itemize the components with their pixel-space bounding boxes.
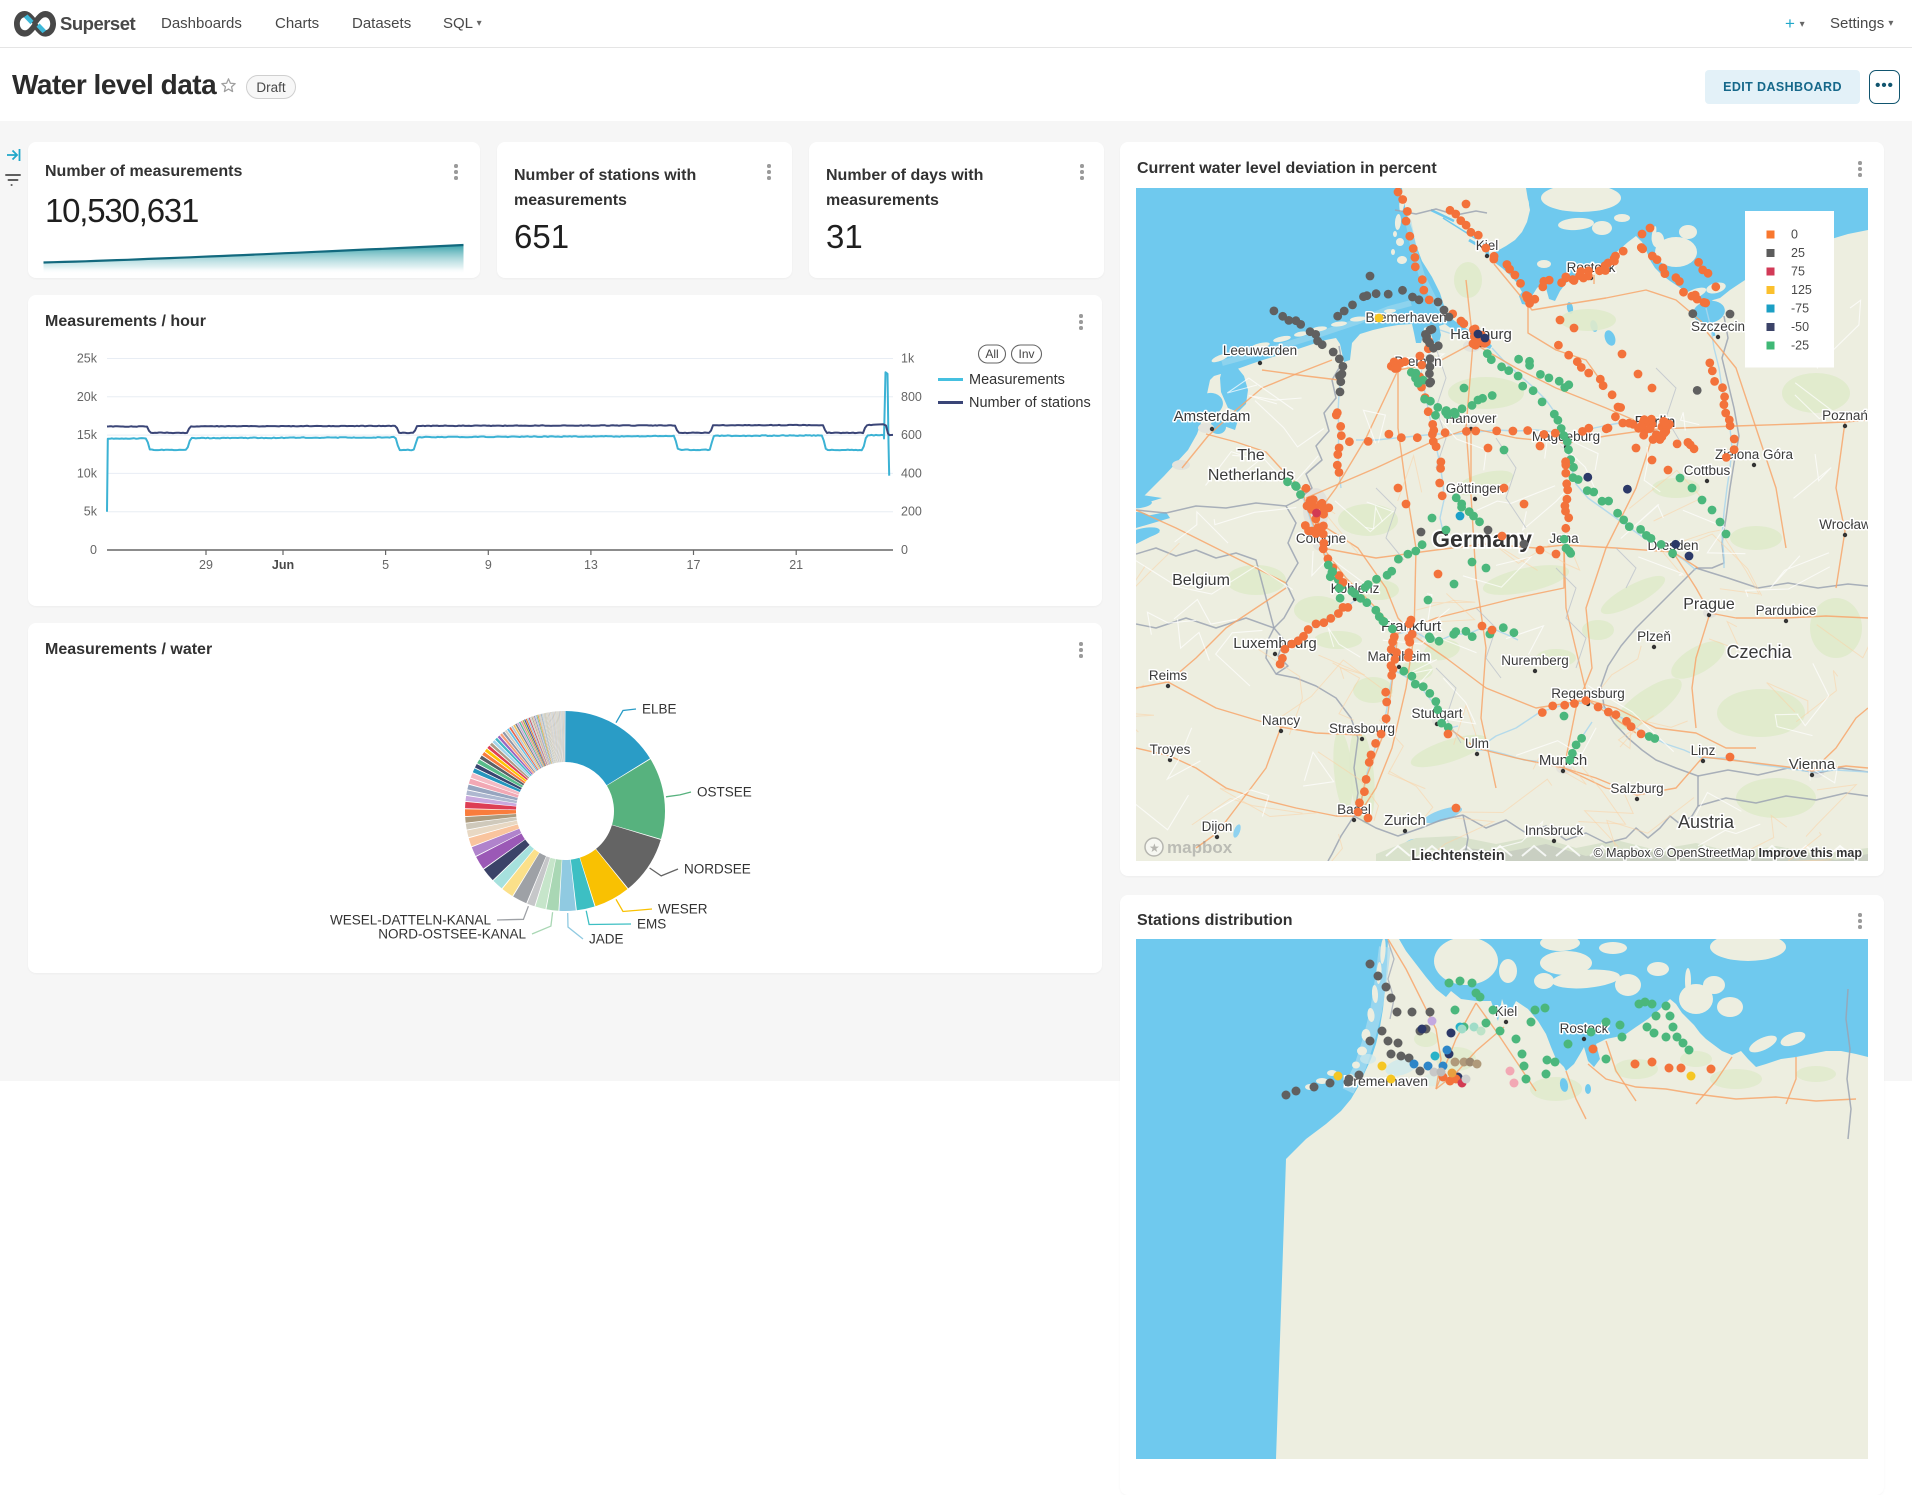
svg-text:75: 75 <box>1791 265 1805 279</box>
svg-text:NORDSEE: NORDSEE <box>684 862 751 877</box>
svg-text:9: 9 <box>485 558 492 572</box>
svg-text:The: The <box>1237 447 1265 464</box>
svg-text:Rostock: Rostock <box>1560 1021 1609 1036</box>
svg-text:Nancy: Nancy <box>1262 713 1301 728</box>
svg-text:0: 0 <box>1791 228 1798 242</box>
svg-text:125: 125 <box>1791 283 1812 297</box>
svg-text:Number of stations: Number of stations <box>969 395 1091 411</box>
svg-text:Netherlands: Netherlands <box>1208 467 1294 484</box>
svg-text:Ulm: Ulm <box>1465 736 1489 751</box>
svg-text:1k: 1k <box>901 352 915 366</box>
svg-text:Munich: Munich <box>1539 752 1587 769</box>
svg-text:13: 13 <box>584 558 598 572</box>
svg-text:Szczecin: Szczecin <box>1691 319 1745 334</box>
svg-text:29: 29 <box>199 558 213 572</box>
svg-text:25: 25 <box>1791 246 1805 260</box>
svg-text:Kiel: Kiel <box>1495 1004 1518 1019</box>
svg-text:Amsterdam: Amsterdam <box>1174 408 1251 425</box>
svg-text:Leeuwarden: Leeuwarden <box>1223 343 1297 358</box>
svg-text:Prague: Prague <box>1683 596 1735 613</box>
svg-text:Belgium: Belgium <box>1172 572 1230 589</box>
svg-text:WESER: WESER <box>658 902 708 917</box>
svg-text:200: 200 <box>901 505 922 519</box>
svg-text:20k: 20k <box>77 390 98 404</box>
svg-text:400: 400 <box>901 466 922 480</box>
svg-text:Czechia: Czechia <box>1726 642 1792 662</box>
svg-text:Troyes: Troyes <box>1150 742 1191 757</box>
svg-text:EMS: EMS <box>637 917 666 932</box>
svg-text:0: 0 <box>901 543 908 557</box>
svg-text:NORD-OSTSEE-KANAL: NORD-OSTSEE-KANAL <box>378 927 526 942</box>
svg-text:10k: 10k <box>77 466 98 480</box>
svg-text:-25: -25 <box>1791 339 1809 353</box>
svg-text:Nuremberg: Nuremberg <box>1501 653 1569 668</box>
svg-text:5: 5 <box>382 558 389 572</box>
svg-text:15k: 15k <box>77 428 98 442</box>
svg-text:Jun: Jun <box>272 558 294 572</box>
svg-text:-50: -50 <box>1791 320 1809 334</box>
svg-text:Liechtenstein: Liechtenstein <box>1411 848 1504 861</box>
svg-text:Pardubice: Pardubice <box>1756 603 1817 618</box>
svg-text:0: 0 <box>90 543 97 557</box>
svg-text:Plzeň: Plzeň <box>1637 629 1671 644</box>
svg-text:17: 17 <box>687 558 701 572</box>
svg-text:800: 800 <box>901 390 922 404</box>
svg-text:ELBE: ELBE <box>642 702 677 717</box>
svg-text:JADE: JADE <box>589 932 624 947</box>
svg-text:★: ★ <box>1149 841 1160 855</box>
svg-text:WESEL-DATTELN-KANAL: WESEL-DATTELN-KANAL <box>330 913 492 928</box>
svg-text:© Mapbox © OpenStreetMap Impro: © Mapbox © OpenStreetMap Improve this ma… <box>1593 846 1862 860</box>
svg-text:Measurements: Measurements <box>969 372 1065 388</box>
svg-text:25k: 25k <box>77 352 98 366</box>
svg-text:600: 600 <box>901 428 922 442</box>
svg-text:Austria: Austria <box>1678 812 1735 832</box>
svg-text:Vienna: Vienna <box>1789 756 1836 773</box>
svg-text:Cottbus: Cottbus <box>1684 463 1731 478</box>
svg-text:Linz: Linz <box>1691 743 1716 758</box>
svg-text:Poznań: Poznań <box>1822 408 1868 423</box>
svg-text:Reims: Reims <box>1149 668 1188 683</box>
svg-text:Wrocław: Wrocław <box>1819 517 1868 532</box>
svg-text:21: 21 <box>789 558 803 572</box>
svg-text:mapbox: mapbox <box>1167 838 1233 857</box>
svg-text:OSTSEE: OSTSEE <box>697 785 752 800</box>
svg-text:All: All <box>985 347 998 361</box>
svg-text:Dijon: Dijon <box>1202 819 1233 834</box>
svg-text:-75: -75 <box>1791 302 1809 316</box>
svg-text:Innsbruck: Innsbruck <box>1525 823 1584 838</box>
svg-text:Inv: Inv <box>1018 347 1034 361</box>
svg-text:Salzburg: Salzburg <box>1610 781 1663 796</box>
svg-text:Zurich: Zurich <box>1384 812 1426 829</box>
svg-text:5k: 5k <box>84 505 98 519</box>
